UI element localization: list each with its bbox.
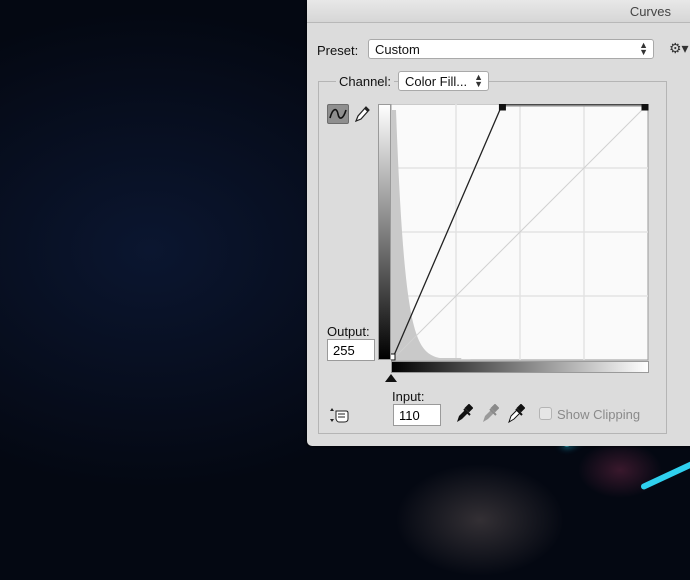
pencil-icon [354, 106, 370, 123]
gear-icon[interactable]: ⚙▾ [669, 40, 689, 57]
channel-select[interactable]: Color Fill... ▲ ▼ [398, 71, 489, 91]
output-gradient-bar [378, 104, 391, 360]
preset-label: Preset: [317, 43, 359, 58]
channel-value: Color Fill... [405, 74, 468, 89]
curve-control-point[interactable] [641, 104, 649, 111]
curve-edit-tool-button[interactable] [327, 104, 349, 124]
input-label: Input: [392, 389, 425, 404]
pencil-tool-button[interactable] [353, 104, 371, 124]
select-arrows-icon: ▲ ▼ [474, 72, 483, 89]
preset-select[interactable]: Custom ▲ ▼ [368, 39, 654, 59]
gray-point-eyedropper-icon[interactable] [481, 404, 499, 424]
input-gradient-bar [391, 361, 649, 373]
panel-title: Curves [629, 4, 671, 19]
curves-panel: Curves Preset: Custom ▲ ▼ ⚙▾ Channel: Col… [307, 0, 690, 446]
output-field[interactable]: 255 [327, 339, 375, 361]
black-point-eyedropper-icon[interactable] [455, 404, 473, 424]
white-point-eyedropper-icon[interactable] [507, 404, 525, 424]
curve-control-point[interactable] [498, 104, 506, 111]
black-point-slider[interactable] [385, 374, 397, 382]
preset-value: Custom [375, 42, 420, 57]
curve-graph[interactable] [391, 104, 649, 361]
panel-title-bar[interactable]: Curves [307, 0, 690, 23]
output-label: Output: [327, 324, 370, 339]
curve-edit-icon [329, 108, 347, 119]
show-clipping-checkbox[interactable] [539, 407, 552, 420]
channel-label: Channel: [336, 74, 395, 89]
targeted-adjustment-hand-icon[interactable] [328, 405, 352, 425]
select-arrows-icon: ▲ ▼ [639, 40, 648, 57]
show-clipping-label: Show Clipping [557, 407, 641, 422]
curve-control-point[interactable] [391, 353, 396, 361]
input-field[interactable]: 110 [393, 404, 441, 426]
